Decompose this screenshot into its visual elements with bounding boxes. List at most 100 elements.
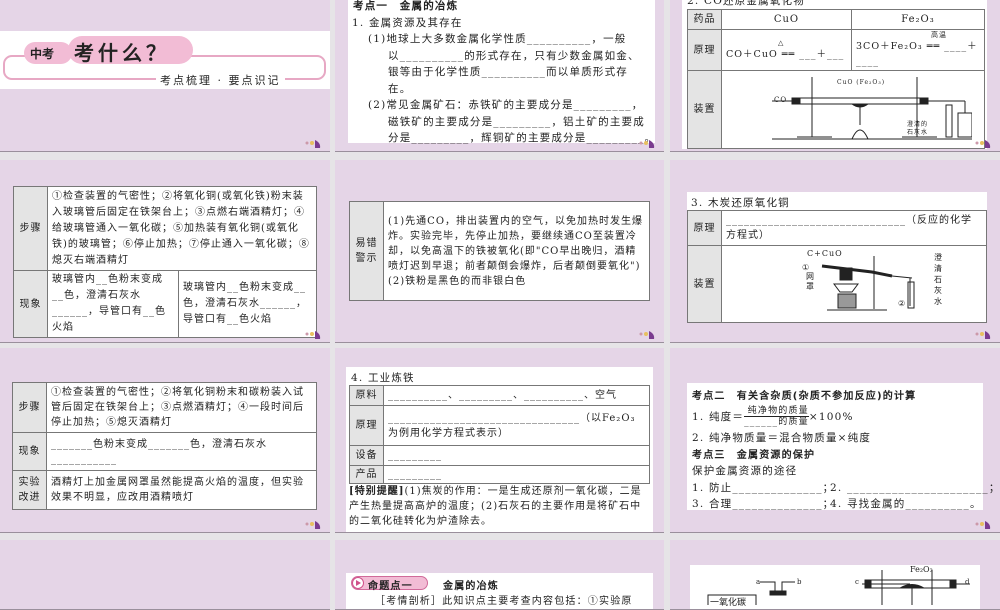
cell: 玻璃管内__色粉末变成__色，澄清石灰水______，导管口有__色火焰: [178, 270, 317, 338]
improvement-cell: 酒精灯上加金属网罩虽然能提高火焰的温度，但实验效果不明显，应改用酒精喷灯: [46, 470, 317, 510]
steps-table: 步骤 ①检查装置的气密性；②将氧化铜(或氧化铁)粉末装入玻璃管后固定在铁架台上；③…: [13, 186, 317, 338]
flourish-icon: [305, 521, 321, 529]
label-c: c: [855, 578, 859, 586]
label-mix: C+CuO: [807, 249, 843, 258]
text-line: (2)常见金属矿石：赤铁矿的主要成分是_________，: [368, 99, 644, 111]
header-cell: 现象: [13, 270, 48, 338]
equation-cell: △ CO＋CuO ══ ___＋___: [721, 29, 852, 71]
text: 1. 纯度＝: [692, 411, 745, 423]
section-heading: 考点一 金属的冶炼: [353, 0, 459, 12]
label-cuo: CuO (Fe₂O₃): [837, 79, 886, 86]
text-line: 3. 合理______________；: [692, 498, 835, 510]
title-big: 考什么？: [74, 41, 170, 65]
label-limewater: 澄清的石灰水: [907, 121, 929, 136]
warning-text: (2)铁粉是黑色的而非银白色: [388, 275, 527, 287]
flourish-icon: [639, 140, 655, 148]
title-small: 中考: [30, 47, 55, 61]
text-line: 保护金属资源的途径: [692, 465, 798, 477]
special-tip: [特别提醒](1)焦炭的作用：一是生成还原剂一氧化碳，二是产生热量提高高炉的温度…: [349, 484, 650, 529]
label-co: 一氧化碳: [710, 598, 747, 608]
flourish-icon: [975, 521, 991, 529]
flourish-icon: [305, 331, 321, 339]
header-cell: 原料: [349, 385, 384, 406]
charcoal-table: 原理 ______________________________（反应的化学方程…: [687, 210, 987, 323]
apparatus-cell: CO CuO (Fe₂O₃) 澄清的石灰水: [721, 70, 985, 149]
slide-thumbnail-3[interactable]: 2. CO还原金属氧化物 药品 CuO Fe₂O₃ 原理 △ CO＋CuO ══ __…: [670, 0, 1000, 152]
header-cell: 设备: [349, 445, 384, 466]
slide-thumbnail-2[interactable]: 考点一 金属的冶炼 1. 金属资源及其存在 (1)地球上大多数金属化学性质___…: [335, 0, 664, 152]
label-a: a: [756, 578, 761, 586]
header-cell: 原理: [349, 405, 384, 446]
flourish-icon: [305, 140, 321, 148]
fraction: 纯净物的质量 ______的质量: [744, 406, 809, 427]
slide-thumbnail-4[interactable]: 步骤 ①检查装置的气密性；②将氧化铜(或氧化铁)粉末装入玻璃管后固定在铁架台上；③…: [0, 160, 330, 343]
apparatus-diagram: [821, 256, 915, 311]
play-icon: [352, 577, 364, 589]
text-line: 磁铁矿的主要成分是_________，铝土矿的主要成: [388, 116, 645, 128]
slide-thumbnail-5[interactable]: 易错警示 (1)先通CO，排出装置内的空气，以免加热时发生爆炸。实验完毕，先停止…: [335, 160, 664, 343]
header-cell: 装置: [687, 70, 722, 149]
header-cell: 产品: [349, 465, 384, 484]
header-cell: 步骤: [13, 186, 48, 271]
cell: _________: [383, 445, 650, 466]
header-cell: 原理: [687, 210, 722, 246]
label-gauze: 网罩: [806, 272, 815, 291]
text-line: 在。: [388, 83, 412, 95]
text: ×100%: [808, 410, 854, 423]
equation: CO＋CuO ══ ___＋___: [726, 48, 845, 60]
slide-title: 2. CO还原金属氧化物: [687, 0, 805, 7]
slide-thumbnail-9[interactable]: 考点二 有关含杂质(杂质不参加反应)的计算 1. 纯度＝ 纯净物的质量 _____…: [670, 348, 1000, 533]
text-line: 2. 纯净物质量＝混合物质量×纯度: [692, 432, 872, 444]
label-limewater: 澄清石灰水: [934, 253, 943, 306]
denominator: ______的质量: [744, 417, 809, 427]
text-line: 2. ______________________；: [830, 482, 1000, 494]
topic-title: 金属的冶炼: [443, 581, 499, 592]
slide-thumbnail-6[interactable]: 3. 木炭还原氧化铜 原理 ___________________________…: [670, 160, 1000, 343]
cell: ________________________________（以Fe₂O₃为…: [383, 405, 650, 446]
flourish-icon: [975, 140, 991, 148]
apparatus-cell: C+CuO ① 网罩 ② 澄清石灰水: [721, 245, 987, 323]
flourish-icon: [639, 331, 655, 339]
text-line: 1. 金属资源及其存在: [352, 17, 463, 29]
text-line: (1)地球上大多数金属化学性质__________，一般: [368, 33, 627, 45]
condition: △: [778, 38, 785, 47]
topic-label: 命题点一: [368, 581, 413, 592]
co-reduction-table: 药品 CuO Fe₂O₃ 原理 △ CO＋CuO ══ ___＋___ 高温 3CO＋F…: [687, 9, 985, 149]
header-cell: 实验改进: [12, 470, 47, 510]
text-line: 4. 寻找金属的__________。: [830, 498, 982, 510]
subtitle: 考点梳理 · 要点识记: [156, 72, 285, 88]
slide-thumbnail-8[interactable]: 4. 工业炼铁 原料 __________、_________、_________…: [335, 348, 664, 533]
label-d: d: [965, 578, 970, 586]
ironmaking-table: 原料 __________、_________、__________、空气 原理 _…: [349, 385, 650, 484]
label-2: ②: [898, 299, 907, 308]
header-cell: 装置: [687, 245, 722, 323]
cell: Fe₂O₃: [851, 9, 985, 30]
slide-title: 3. 木炭还原氧化铜: [691, 197, 790, 209]
steps-cell: ①检查装置的气密性；②将氧化铜粉末和碳粉装入试管后固定在铁架台上；③点燃酒精灯；…: [46, 382, 317, 433]
text-line: 分是_________，辉铜矿的主要成分是_________。: [388, 132, 657, 144]
header-cell: 药品: [687, 9, 722, 30]
phenomenon-cell: _______色粉末变成_______色，澄清石灰水___________: [46, 432, 317, 471]
cell: 玻璃管内__色粉末变成__色，澄清石灰水______，导管口有__色火焰: [47, 270, 179, 338]
label-co: CO: [774, 96, 788, 104]
header-cell: 原理: [687, 29, 722, 71]
charcoal-steps-table: 步骤 ①检查装置的气密性；②将氧化铜粉末和碳粉装入试管后固定在铁架台上；③点燃酒精…: [12, 382, 317, 510]
condition: 高温: [931, 31, 947, 39]
slide-thumbnail-1[interactable]: 中考 考什么？ 考点梳理 · 要点识记: [0, 0, 330, 152]
label-fe2o3: Fe₂O₃: [910, 565, 933, 574]
steps-cell: ①检查装置的气密性；②将氧化铜(或氧化铁)粉末装入玻璃管后固定在铁架台上；③点燃…: [47, 186, 317, 271]
tip-label: [特别提醒]: [349, 486, 405, 497]
cell: _________: [383, 465, 650, 484]
cell: __________、_________、__________、空气: [383, 385, 650, 406]
header-cell: 现象: [12, 432, 47, 471]
equation-cell: 高温 3CO＋Fe₂O₃ ══ ____＋____: [851, 29, 985, 71]
principle-cell: ______________________________（反应的化学方程式）: [721, 210, 987, 246]
slide-thumbnail-7[interactable]: 步骤 ①检查装置的气密性；②将氧化铜粉末和碳粉装入试管后固定在铁架台上；③点燃酒精…: [0, 348, 330, 533]
section-heading: 考点三 金属资源的保护: [692, 450, 816, 461]
warning-table: 易错警示 (1)先通CO，排出装置内的空气，以免加热时发生爆炸。实验完毕，先停止…: [349, 201, 650, 301]
warning-text: (1)先通CO，排出装置内的空气，以免加热时发生爆炸。实验完毕，先停止加热，要继…: [388, 215, 644, 272]
text-line: 以__________的形式存在，只有少数金属如金、: [388, 50, 640, 62]
flourish-icon: [975, 331, 991, 339]
text-line: 银等由于化学性质__________而以单质形式存: [388, 66, 628, 78]
equation: 3CO＋Fe₂O₃ ══ ____＋____: [856, 41, 978, 67]
